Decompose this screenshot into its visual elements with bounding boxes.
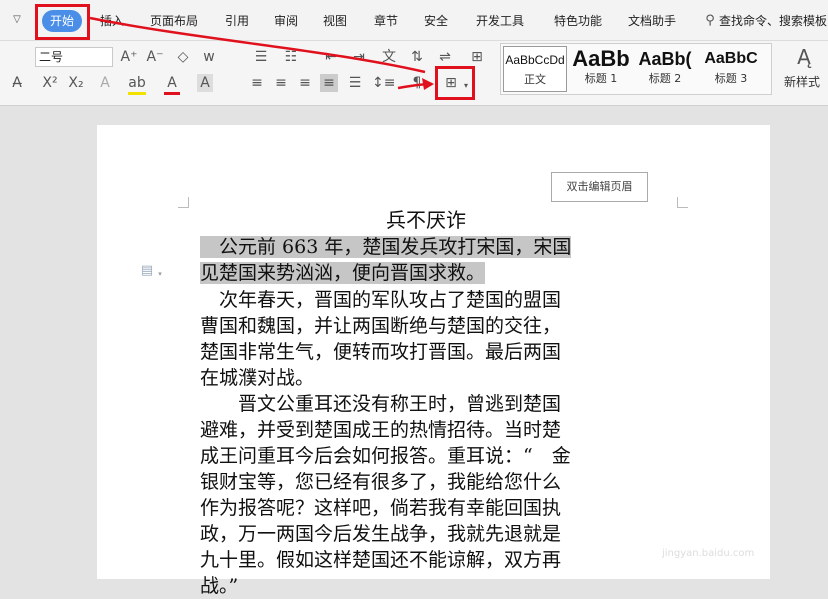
superscript-icon[interactable]: X²	[40, 74, 60, 92]
table-grid-icon[interactable]: ⊞	[468, 48, 486, 66]
char-shading-icon[interactable]: A	[197, 74, 213, 92]
paragraph-3[interactable]: 晋文公重耳还没有称王时，曾逃到楚国 避难，并受到楚国成王的热情招待。当时楚 成王…	[200, 391, 670, 599]
text-line: 曹国和魏国，并让两国断绝与楚国的交往，	[200, 315, 562, 337]
align-center-icon[interactable]: ≡	[272, 74, 290, 92]
text-line: 在城濮对战。	[200, 367, 315, 389]
font-size-select[interactable]: 二号	[35, 47, 113, 67]
tab-special[interactable]: 特色功能	[554, 13, 602, 29]
subscript-icon[interactable]: X₂	[66, 74, 86, 92]
paragraph-mark-icon[interactable]: ¶	[408, 74, 426, 92]
outdent-icon[interactable]: ⇤	[322, 48, 340, 66]
text-line: 见楚国来势汹汹，便向晋国求救。	[200, 262, 486, 284]
text-line: 避难，并受到楚国成王的热情招待。当时楚	[200, 419, 562, 441]
style-sample: AaBbCcDd	[505, 53, 565, 67]
text-line: 作为报答呢？这样吧，倘若我有幸能回国执	[200, 497, 562, 519]
margin-corner-right	[677, 197, 688, 208]
style-sample: AaBb(	[638, 49, 692, 69]
collapse-menu-icon[interactable]: ▽	[10, 11, 24, 29]
indent-icon[interactable]: ⇥	[350, 48, 368, 66]
annotation-box-start-tab	[35, 4, 90, 40]
edit-header-button[interactable]: 双击编辑页眉	[551, 172, 648, 202]
style-heading-1[interactable]: AaBb 标题 1	[569, 46, 633, 92]
document-menu-icon[interactable]: ▤	[138, 262, 156, 280]
style-sample: AaBb	[572, 46, 630, 71]
text-effect-icon[interactable]: A	[96, 74, 114, 92]
text-line: 战。”	[200, 575, 239, 597]
text-line: 次年春天，晋国的军队攻占了楚国的盟国	[200, 289, 562, 311]
align-left-icon[interactable]: ≡	[248, 74, 266, 92]
text-line: 公元前 663 年，楚国发兵攻打宋国，宋国	[200, 236, 572, 258]
style-name: 标题 1	[584, 72, 618, 85]
justify-icon[interactable]: ≡	[320, 74, 338, 92]
sort-icon[interactable]: ⇅	[408, 48, 426, 66]
align-right-icon[interactable]: ≡	[296, 74, 314, 92]
search-command-input[interactable]: 查找命令、搜索模板	[719, 13, 827, 29]
style-heading-3[interactable]: AaBbC 标题 3	[699, 46, 763, 92]
show-hide-marks-icon[interactable]: ⇌	[436, 48, 454, 66]
menu-bar: ▽ 开始 插入 页面布局 引用 审阅 视图 章节 安全 开发工具 特色功能 文档…	[0, 0, 828, 40]
paragraph-2[interactable]: 次年春天，晋国的军队攻占了楚国的盟国 曹国和魏国，并让两国断绝与楚国的交往， 楚…	[200, 287, 670, 391]
watermark-url: jingyan.baidu.com	[662, 548, 755, 559]
text-line: 晋文公重耳还没有称王时，曾逃到楚国	[200, 393, 562, 415]
tab-page-layout[interactable]: 页面布局	[150, 13, 198, 29]
style-name: 标题 2	[648, 72, 682, 85]
new-style-label[interactable]: 新样式	[784, 73, 820, 91]
tab-section[interactable]: 章节	[374, 13, 398, 29]
text-line: 政，万一两国今后发生战争，我就先退就是	[200, 523, 562, 545]
text-line: 银财宝等，您已经有很多了，我能给您什么	[200, 471, 562, 493]
line-spacing-icon[interactable]: ↕≡	[372, 74, 395, 92]
watermark-brand: 经验	[680, 496, 725, 521]
text-line: 九十里。假如这样楚国还不能谅解，双方再	[200, 549, 562, 571]
shrink-font-icon[interactable]: A⁻	[146, 48, 164, 66]
phonetic-guide-icon[interactable]: w	[200, 48, 218, 66]
highlight-color-icon[interactable]: ab	[128, 74, 146, 95]
annotation-box-borders	[435, 66, 475, 100]
ribbon-toolbar: 二号 A⁺ A⁻ ◇ w A̶ X² X₂ A ab A A ☰ ☷ ⇤ ⇥ 文…	[0, 40, 828, 106]
search-icon: ⚲	[705, 13, 715, 28]
tab-doc-helper[interactable]: 文档助手	[628, 13, 676, 29]
style-sample: AaBbC	[704, 50, 758, 67]
tab-insert[interactable]: 插入	[100, 13, 124, 29]
grow-font-icon[interactable]: A⁺	[120, 48, 138, 66]
text-line: 楚国非常生气，便转而攻打晋国。最后两国	[200, 341, 562, 363]
document-menu-dropdown-icon[interactable]: ▾	[156, 265, 164, 283]
strikethrough-icon[interactable]: A̶	[8, 74, 26, 92]
margin-corner-left	[178, 197, 189, 208]
text-line: 成王问重耳今后会如何报答。重耳说：“ 金	[200, 445, 571, 467]
tab-view[interactable]: 视图	[323, 13, 347, 29]
numbered-list-icon[interactable]: ☷	[282, 48, 300, 66]
clear-format-icon[interactable]: ◇	[174, 48, 192, 66]
distributed-align-icon[interactable]: ☰	[346, 74, 364, 92]
bullet-list-icon[interactable]: ☰	[252, 48, 270, 66]
document-title: 兵不厌诈	[386, 208, 466, 232]
tab-security[interactable]: 安全	[424, 13, 448, 29]
style-name: 正文	[524, 73, 546, 86]
paragraph-1[interactable]: 公元前 663 年，楚国发兵攻打宋国，宋国 见楚国来势汹汹，便向晋国求救。	[200, 234, 670, 286]
style-heading-2[interactable]: AaBb( 标题 2	[633, 46, 697, 92]
new-style-icon[interactable]: Ą	[792, 45, 816, 69]
style-gallery: AaBbCcDd 正文 AaBb 标题 1 AaBb( 标题 2 AaBbC 标…	[500, 43, 772, 95]
tab-review[interactable]: 审阅	[274, 13, 298, 29]
style-name: 标题 3	[714, 72, 748, 85]
tab-reference[interactable]: 引用	[225, 13, 249, 29]
tab-dev-tools[interactable]: 开发工具	[476, 13, 524, 29]
chinese-layout-icon[interactable]: 文	[380, 48, 398, 66]
font-color-icon[interactable]: A	[164, 74, 180, 95]
style-normal[interactable]: AaBbCcDd 正文	[503, 46, 567, 92]
